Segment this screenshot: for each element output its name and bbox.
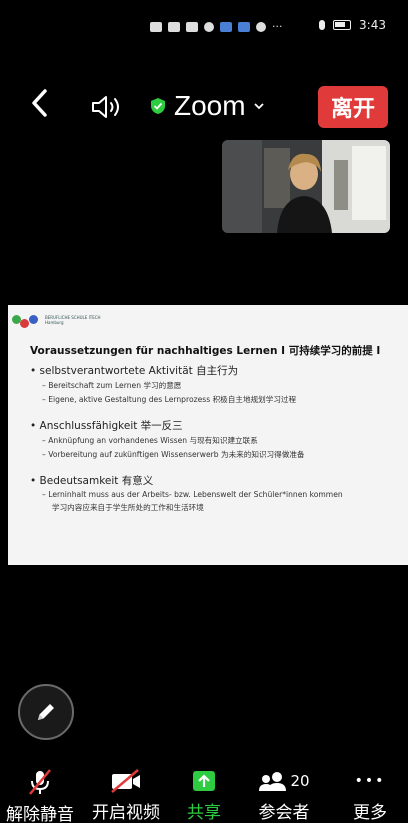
slide-sub-point: Eigene, aktive Gestaltung des Lernprozes… [42,394,408,405]
shield-icon [151,98,165,114]
meeting-title: Zoom [174,90,246,121]
hd-icon [150,22,162,32]
share-screen-icon [193,771,215,791]
more-label: 更多 [353,803,387,823]
status-right: 3:43 [319,18,386,32]
slide-body: selbstverantwortete Aktivität 自主行为 Berei… [30,363,408,513]
status-bar: ··· 3:43 [0,0,408,50]
more-dots-icon: ••• [354,773,386,789]
slide-sub-point: Lerninhalt muss aus der Arbeits- bzw. Le… [42,490,408,499]
slide-sub-point-translation: 学习内容应来自于学生所处的工作和生活环境 [52,503,204,512]
speaker-icon [92,96,119,118]
share-button[interactable]: 共享 [172,768,236,823]
status-more-dots: ··· [272,20,283,33]
logo-dot-blue [29,315,38,324]
unmute-label: 解除静音 [6,805,74,823]
meeting-toolbar: 解除静音 开启视频 共享 20 参会者 ••• 更多 [0,768,408,823]
location-icon [204,22,214,32]
start-video-label: 开启视频 [92,803,160,823]
slide-bullet: Anschlussfähigkeit 举一反三 [30,418,408,433]
slide-sub-point: Anknüpfung an vorhandenes Wissen 与现有知识建立… [42,435,408,446]
speaker-button[interactable] [90,94,126,120]
share-label: 共享 [187,803,221,823]
participants-icon [259,772,287,791]
battery-icon [333,20,352,30]
pencil-icon [38,704,54,720]
leave-button[interactable]: 离开 [318,86,388,128]
camera-status-icon [186,22,198,32]
unmute-button[interactable]: 解除静音 [0,768,80,823]
back-button[interactable] [30,88,48,127]
logo-dot-red [20,319,29,328]
signal-icon [168,22,180,32]
annotate-button[interactable] [18,684,74,740]
slide-sub-point: Vorbereitung auf zukünftigen Wissenserwe… [42,449,408,460]
meeting-title-dropdown[interactable]: Zoom [150,90,264,122]
slide-bullet: selbstverantwortete Aktivität 自主行为 [30,363,408,378]
participants-button[interactable]: 20 参会者 [236,768,332,823]
school-logo: BERUFLICHE SCHULE ITECH Hamburg [12,311,101,328]
app-icon [220,22,232,32]
chevron-down-icon [253,103,264,110]
meeting-header: Zoom 离开 [0,82,408,132]
participants-count: 20 [290,772,310,790]
slide-bullet: Bedeutsamkeit 有意义 [30,473,408,488]
slide-title: Voraussetzungen für nachhaltiges Lernen … [30,345,381,357]
shared-screen[interactable]: BERUFLICHE SCHULE ITECH Hamburg Vorausset… [8,305,408,565]
participants-label: 参会者 [258,803,310,823]
participant-video[interactable] [222,140,390,233]
participant-video-frame [222,140,390,233]
image-icon [238,22,250,32]
video-off-icon [111,769,140,793]
mic-status-icon [319,20,326,30]
chevron-left-icon [32,89,47,117]
slide-sub-point: Bereitschaft zum Lernen 学习的意愿 [42,380,408,391]
start-video-button[interactable]: 开启视频 [80,768,172,823]
message-icon [256,22,266,32]
status-icons: ··· [150,20,283,33]
more-button[interactable]: ••• 更多 [332,768,408,823]
logo-lettering: BERUFLICHE SCHULE ITECH Hamburg [45,314,101,325]
status-time: 3:43 [359,18,386,32]
mic-muted-icon [29,769,51,795]
